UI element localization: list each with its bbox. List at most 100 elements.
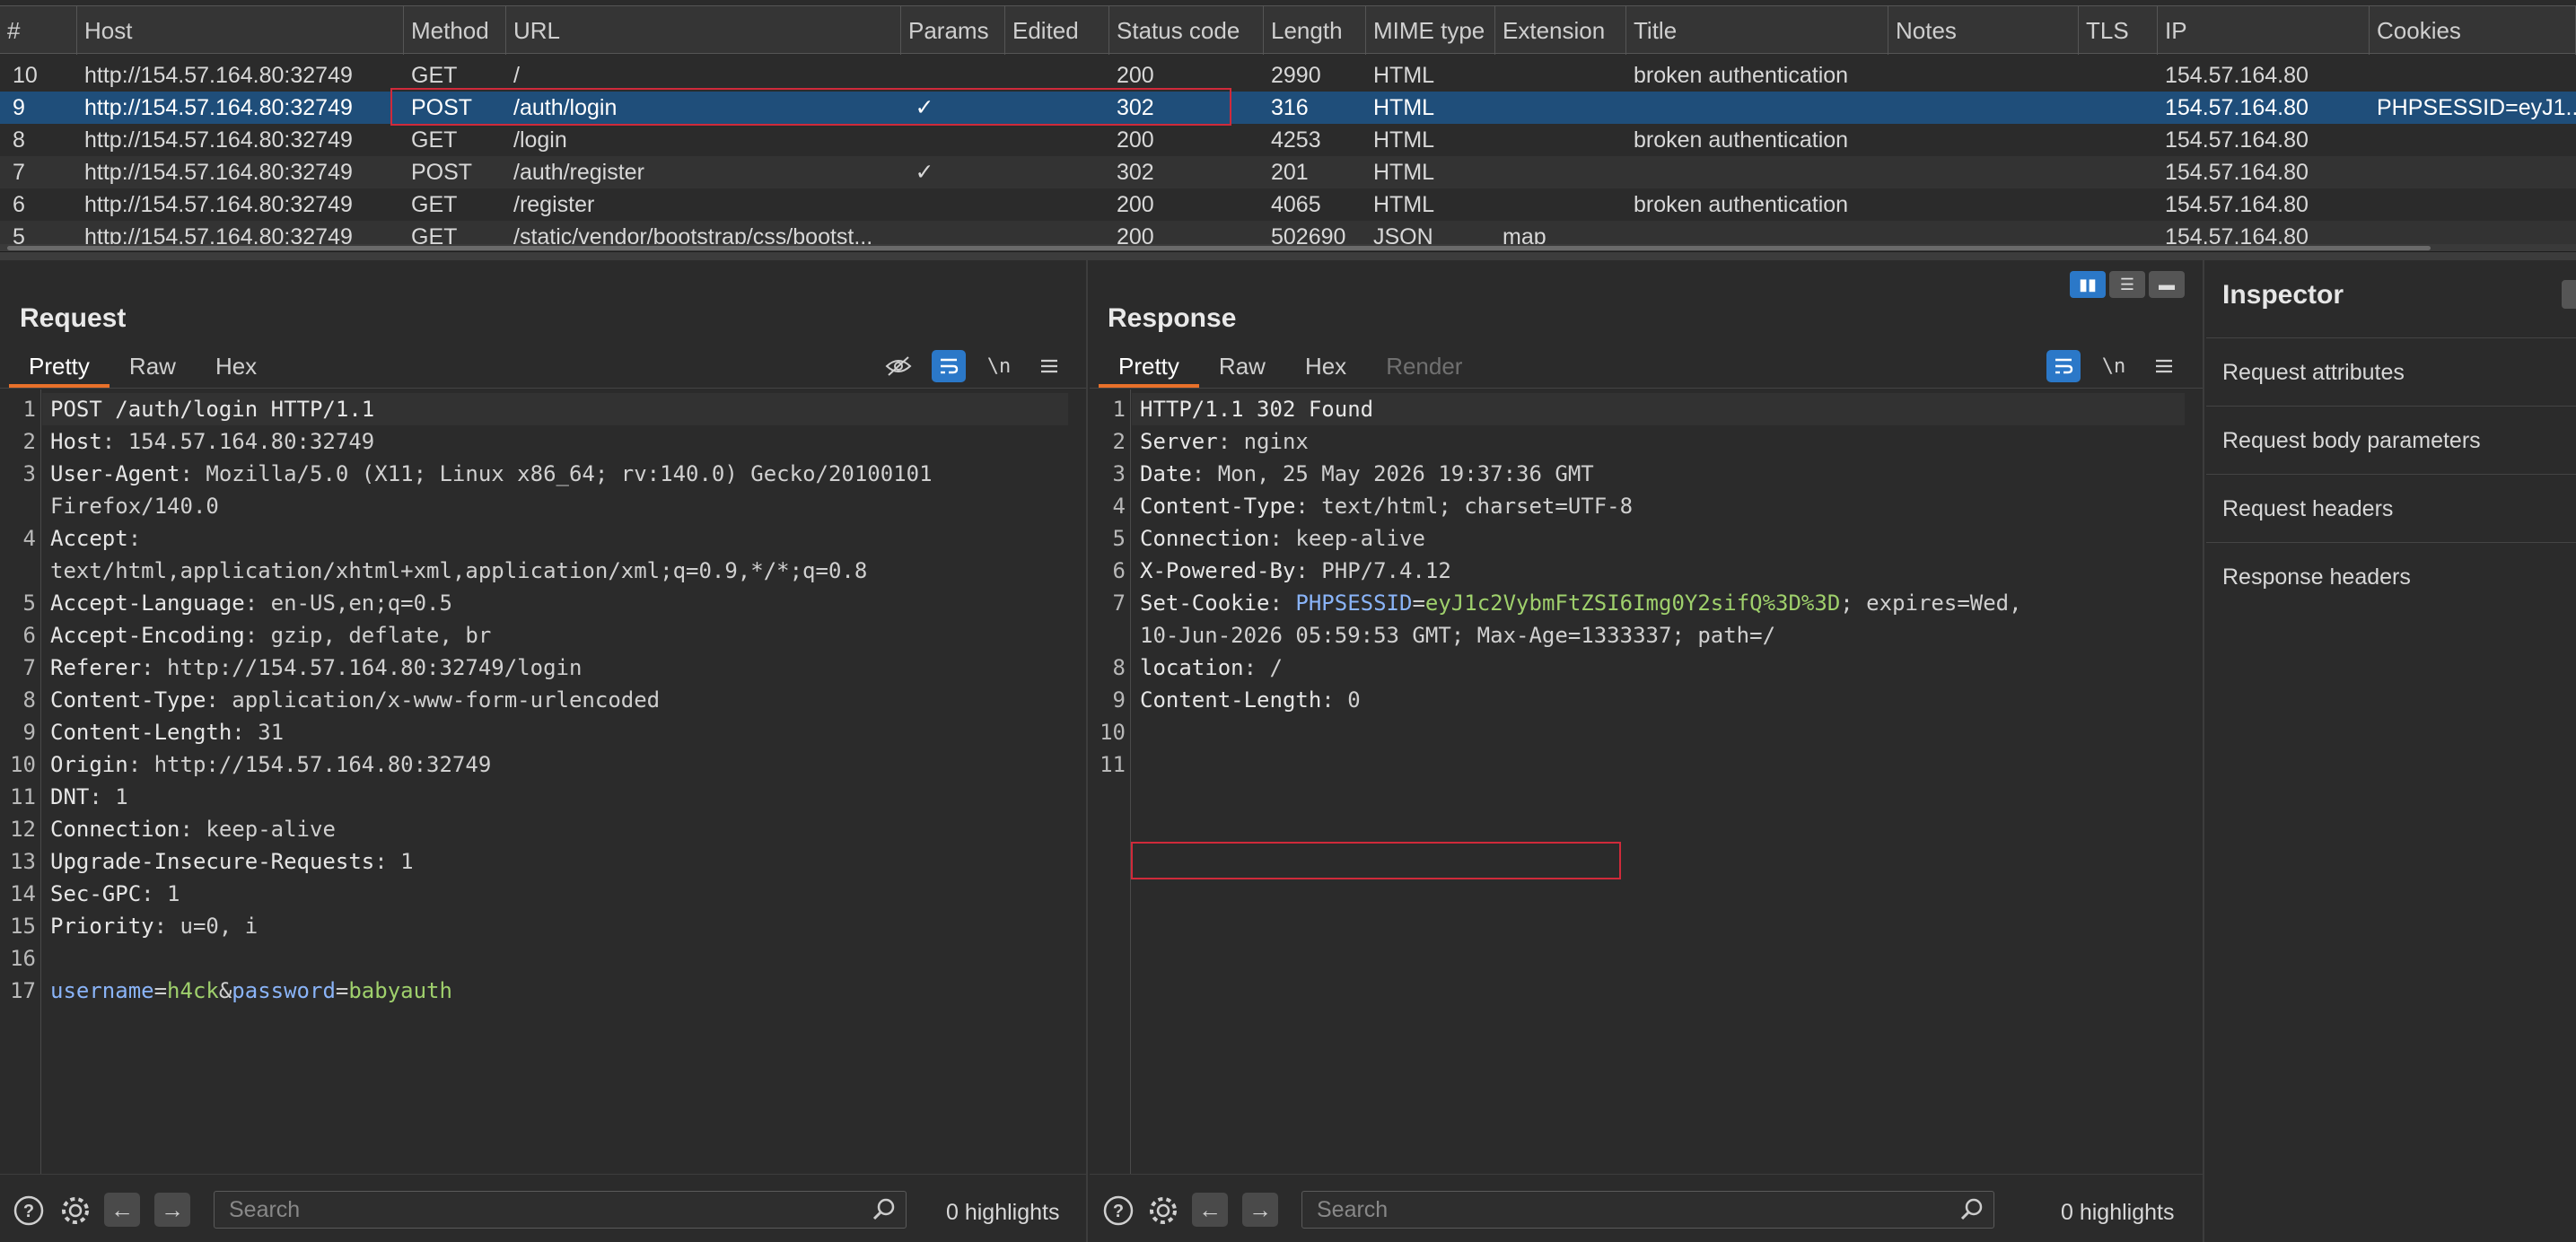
- inspector-panel: Inspector Request attributes Request body…: [2206, 260, 2576, 1242]
- code-line: Firefox/140.0: [50, 494, 219, 519]
- cell-cookies: [2370, 188, 2576, 221]
- column-header-[interactable]: #: [0, 6, 77, 55]
- http-history-table: # Host Method URL Params Edited Status code Len…: [0, 0, 2576, 251]
- cell-ext: [1495, 124, 1626, 156]
- line-number: 8: [1112, 655, 1126, 680]
- collapse-inspector-icon[interactable]: [2562, 280, 2576, 309]
- wrap-lines-icon[interactable]: [2046, 350, 2081, 382]
- cell-num: 6: [13, 192, 25, 217]
- response-editor[interactable]: 1 HTTP/1.1 302 Found 2 Server: nginx 3 Date: …: [1090, 389, 2203, 1174]
- request-editor[interactable]: 1 POST /auth/login HTTP/1.1 2 Host: 154.57.…: [0, 389, 1086, 1174]
- table-row[interactable]: 10 http://154.57.164.80:32749 GET / 200 2990 H…: [0, 59, 2576, 92]
- cell-status: 302: [1117, 160, 1154, 185]
- cell-host: http://154.57.164.80:32749: [84, 160, 353, 185]
- table-row[interactable]: 8 http://154.57.164.80:32749 GET/login 200 4…: [0, 124, 2576, 156]
- split-horizontal-icon[interactable]: ▮▮: [2070, 271, 2106, 298]
- layout-toggle: ▮▮ ☰ ▬: [2070, 271, 2185, 298]
- line-number: 10: [1100, 720, 1126, 745]
- code-line: Connection: keep-alive: [1140, 526, 1425, 551]
- cell-mime: HTML: [1373, 63, 1435, 88]
- newline-toggle-icon[interactable]: \n: [982, 350, 1016, 382]
- column-header-title[interactable]: Title: [1626, 6, 1888, 55]
- arrow-left-icon[interactable]: ←: [104, 1193, 140, 1227]
- tab-raw[interactable]: Raw: [110, 348, 196, 388]
- inspector-item-request-body-parameters[interactable]: Request body parameters: [2206, 406, 2576, 474]
- newline-toggle-icon[interactable]: \n: [2097, 350, 2131, 382]
- column-header-tls[interactable]: TLS: [2079, 6, 2158, 55]
- code-line: Upgrade-Insecure-Requests: 1: [50, 849, 414, 874]
- tab-hex[interactable]: Hex: [196, 348, 276, 388]
- column-header-length[interactable]: Length: [1264, 6, 1366, 55]
- column-header-mime-type[interactable]: MIME type: [1366, 6, 1495, 55]
- table-row[interactable]: 9 http://154.57.164.80:32749 POST/auth/log…: [0, 92, 2576, 124]
- column-header-host[interactable]: Host: [77, 6, 404, 55]
- tab-pretty[interactable]: Pretty: [1099, 348, 1199, 388]
- cell-ext: [1495, 156, 1626, 188]
- cell-status: 200: [1117, 63, 1154, 88]
- cell-length: 4065: [1271, 192, 1321, 217]
- cell-length: 2990: [1271, 63, 1321, 88]
- line-number: 17: [10, 978, 36, 1003]
- search-icon[interactable]: [872, 1197, 897, 1229]
- table-row[interactable]: 7 http://154.57.164.80:32749 POST/auth/reg…: [0, 156, 2576, 188]
- search-icon[interactable]: [1959, 1197, 1985, 1229]
- inspector-title: Inspector: [2222, 280, 2344, 310]
- inspector-item-request-headers[interactable]: Request headers: [2206, 474, 2576, 542]
- menu-icon[interactable]: [2147, 350, 2181, 382]
- code-line: Content-Length: 0: [1140, 687, 1361, 713]
- line-number: 2: [1112, 429, 1126, 454]
- gear-icon[interactable]: [1145, 1193, 1181, 1229]
- help-icon[interactable]: ?: [1100, 1193, 1136, 1229]
- highlight-count: 0 highlights: [946, 1200, 1060, 1225]
- cell-host: http://154.57.164.80:32749: [84, 127, 353, 153]
- gear-icon[interactable]: [57, 1193, 93, 1229]
- column-header-status-code[interactable]: Status code: [1109, 6, 1264, 55]
- request-search-input[interactable]: [215, 1192, 906, 1228]
- line-number: 13: [10, 849, 36, 874]
- response-toolbar: \n: [2046, 348, 2181, 384]
- cell-url: /register: [513, 192, 595, 217]
- cell-num: 9: [13, 95, 25, 120]
- help-icon[interactable]: ?: [11, 1193, 47, 1229]
- tab-raw[interactable]: Raw: [1199, 348, 1285, 388]
- tab-pretty[interactable]: Pretty: [9, 348, 110, 388]
- pane-divider[interactable]: [0, 251, 2576, 260]
- response-search-input[interactable]: [1302, 1192, 1993, 1228]
- wrap-lines-icon[interactable]: [932, 350, 966, 382]
- cell-method: POST: [411, 160, 473, 185]
- column-header-ip[interactable]: IP: [2158, 6, 2370, 55]
- arrow-right-icon[interactable]: →: [154, 1193, 190, 1227]
- tab-hex[interactable]: Hex: [1285, 348, 1366, 388]
- table-row[interactable]: 6 http://154.57.164.80:32749 GET/register 2…: [0, 188, 2576, 221]
- arrow-right-icon[interactable]: →: [1242, 1193, 1278, 1227]
- code-line: Connection: keep-alive: [50, 817, 336, 842]
- cell-params: ✓: [915, 160, 934, 185]
- inspector-item-response-headers[interactable]: Response headers: [2206, 542, 2576, 610]
- column-header-params[interactable]: Params: [901, 6, 1005, 55]
- code-line: X-Powered-By: PHP/7.4.12: [1140, 558, 1451, 583]
- cell-ip: 154.57.164.80: [2165, 160, 2309, 185]
- cell-host: http://154.57.164.80:32749: [84, 95, 353, 120]
- horizontal-scrollbar[interactable]: [0, 244, 2576, 251]
- column-header-cookies[interactable]: Cookies: [2370, 6, 2576, 55]
- line-number: 6: [22, 623, 36, 648]
- arrow-left-icon[interactable]: ←: [1192, 1193, 1228, 1227]
- menu-icon[interactable]: [1032, 350, 1066, 382]
- line-number: 10: [10, 752, 36, 777]
- line-number: 5: [1112, 526, 1126, 551]
- response-tabs: Pretty Raw Hex Render: [1099, 348, 1482, 388]
- column-header-edited[interactable]: Edited: [1005, 6, 1109, 55]
- column-header-extension[interactable]: Extension: [1495, 6, 1626, 55]
- tab-render[interactable]: Render: [1366, 348, 1482, 388]
- split-vertical-icon[interactable]: ☰: [2109, 271, 2145, 298]
- line-number: 11: [10, 784, 36, 809]
- column-header-url[interactable]: URL: [506, 6, 901, 55]
- column-header-notes[interactable]: Notes: [1888, 6, 2079, 55]
- hide-icon[interactable]: [881, 350, 916, 382]
- cell-ext: [1495, 188, 1626, 221]
- single-pane-icon[interactable]: ▬: [2149, 271, 2185, 298]
- inspector-item-request-attributes[interactable]: Request attributes: [2206, 337, 2576, 406]
- highlight-box-set-cookie: [1131, 842, 1621, 879]
- column-header-method[interactable]: Method: [404, 6, 506, 55]
- highlight-count: 0 highlights: [2061, 1200, 2175, 1225]
